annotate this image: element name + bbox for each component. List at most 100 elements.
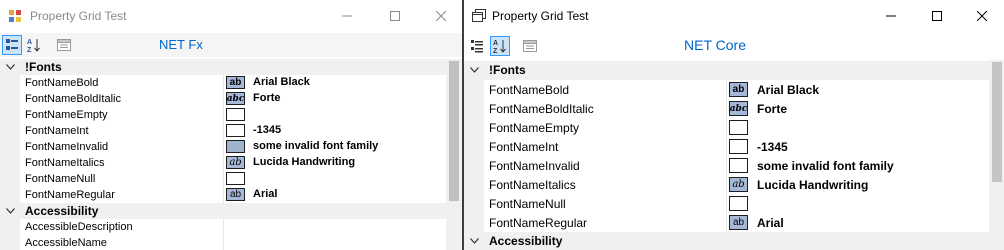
netcore-window: Property Grid Test A Z NET Core !Fonts F…: [463, 0, 1004, 250]
maximize-button[interactable]: [372, 0, 418, 32]
property-row[interactable]: AccessibleDescription: [0, 219, 446, 235]
value-divider: [726, 137, 727, 156]
font-preview-swatch: ab: [729, 215, 748, 230]
category-accessibility[interactable]: Accessibility: [0, 203, 446, 219]
netfx-window: Property Grid Test A Z NET Fx !Fonts Fon…: [0, 0, 462, 250]
property-value[interactable]: -1345: [253, 124, 281, 136]
property-value[interactable]: Lucida Handwriting: [757, 178, 868, 192]
svg-text:Z: Z: [27, 47, 32, 53]
collapse-chevron-icon[interactable]: [469, 65, 479, 75]
collapse-chevron-icon[interactable]: [5, 206, 15, 216]
category-accessibility[interactable]: Accessibility: [464, 232, 989, 250]
property-row[interactable]: AccessibleName: [0, 235, 446, 250]
category-label: Accessibility: [489, 234, 563, 248]
property-name: FontNameBoldItalic: [489, 102, 594, 116]
property-row[interactable]: FontNameNull: [464, 194, 989, 213]
window-title: Property Grid Test: [30, 9, 127, 23]
category-fonts[interactable]: !Fonts: [464, 61, 989, 80]
property-name: FontNameItalics: [489, 178, 576, 192]
property-name: FontNameInt: [25, 125, 89, 137]
app-icon: [8, 9, 22, 23]
category-label: !Fonts: [489, 63, 526, 77]
category-label: !Fonts: [25, 60, 62, 74]
scrollbar-thumb[interactable]: [992, 62, 1002, 182]
value-divider: [223, 139, 224, 155]
font-preview-swatch: [729, 139, 748, 154]
property-value[interactable]: some invalid font family: [253, 140, 378, 152]
close-button[interactable]: [418, 0, 462, 32]
maximize-button[interactable]: [914, 0, 960, 32]
property-pages-icon: [57, 39, 71, 51]
property-row[interactable]: FontNameInvalid some invalid font family: [0, 139, 446, 155]
alphabetical-button[interactable]: A Z: [490, 36, 510, 56]
categorized-button[interactable]: [467, 36, 487, 56]
property-value[interactable]: Arial Black: [253, 76, 310, 88]
font-preview-swatch: ab: [226, 188, 245, 201]
property-name: FontNameRegular: [25, 189, 115, 201]
property-row[interactable]: FontNameItalics ab Lucida Handwriting: [464, 175, 989, 194]
property-value[interactable]: Lucida Handwriting: [253, 156, 355, 168]
property-name: FontNameNull: [489, 197, 566, 211]
property-value[interactable]: Forte: [757, 102, 787, 116]
framework-label: NET Fx: [159, 37, 203, 52]
property-row[interactable]: FontNameBoldItalic abc Forte: [0, 91, 446, 107]
value-divider: [726, 194, 727, 213]
property-row[interactable]: FontNameBold ab Arial Black: [0, 75, 446, 91]
minimize-button[interactable]: [324, 0, 370, 32]
font-preview-swatch: abc: [729, 101, 748, 116]
property-value[interactable]: -1345: [757, 140, 788, 154]
property-row[interactable]: FontNameInt -1345: [464, 137, 989, 156]
font-preview-swatch: [226, 172, 245, 185]
property-name: FontNameNull: [25, 173, 96, 185]
property-name: AccessibleName: [25, 237, 107, 249]
font-preview-swatch: ab: [729, 177, 748, 192]
property-pages-button[interactable]: [520, 36, 540, 56]
property-name: FontNameItalics: [25, 157, 105, 169]
font-preview-swatch: [729, 120, 748, 135]
property-row[interactable]: FontNameBoldItalic abc Forte: [464, 99, 989, 118]
property-grid: !Fonts FontNameBold ab Arial Black FontN…: [0, 59, 462, 250]
value-divider: [223, 235, 224, 250]
vertical-scrollbar[interactable]: [989, 60, 1004, 250]
property-row[interactable]: FontNameRegular ab Arial: [464, 213, 989, 232]
property-pages-button[interactable]: [54, 35, 74, 55]
category-fonts[interactable]: !Fonts: [0, 59, 446, 75]
minimize-button[interactable]: [868, 0, 914, 32]
scrollbar-thumb[interactable]: [449, 61, 459, 201]
font-preview-swatch: [729, 158, 748, 173]
framework-label: NET Core: [684, 37, 746, 53]
property-value[interactable]: Arial: [757, 216, 784, 230]
font-preview-swatch: abc: [226, 92, 245, 105]
font-preview-swatch: ab: [226, 156, 245, 169]
property-value[interactable]: Arial: [253, 188, 277, 200]
close-button[interactable]: [959, 0, 1004, 32]
property-row[interactable]: FontNameInvalid some invalid font family: [464, 156, 989, 175]
netfx-toolbar: A Z NET Fx: [0, 33, 462, 57]
property-row[interactable]: FontNameNull: [0, 171, 446, 187]
vertical-scrollbar[interactable]: [446, 59, 462, 250]
font-preview-swatch: [226, 108, 245, 121]
property-row[interactable]: FontNameItalics ab Lucida Handwriting: [0, 155, 446, 171]
value-divider: [223, 107, 224, 123]
alphabetical-button[interactable]: A Z: [24, 35, 44, 55]
sort-az-icon: A Z: [493, 40, 506, 54]
app-icon: [472, 9, 486, 23]
categorized-button[interactable]: [2, 35, 22, 55]
netfx-titlebar: Property Grid Test: [0, 0, 462, 32]
property-row[interactable]: FontNameRegular ab Arial: [0, 187, 446, 203]
svg-text:Z: Z: [493, 48, 498, 54]
collapse-chevron-icon[interactable]: [469, 236, 479, 246]
property-value[interactable]: Arial Black: [757, 83, 819, 97]
property-row[interactable]: FontNameBold ab Arial Black: [464, 80, 989, 99]
collapse-chevron-icon[interactable]: [5, 62, 15, 72]
property-value[interactable]: Forte: [253, 92, 281, 104]
value-divider: [726, 175, 727, 194]
value-divider: [223, 75, 224, 91]
value-divider: [223, 123, 224, 139]
property-row[interactable]: FontNameEmpty: [464, 118, 989, 137]
property-row[interactable]: FontNameInt -1345: [0, 123, 446, 139]
netcore-toolbar: A Z NET Core: [464, 34, 1004, 58]
property-value[interactable]: some invalid font family: [757, 159, 894, 173]
property-name: FontNameBold: [489, 83, 570, 97]
property-row[interactable]: FontNameEmpty: [0, 107, 446, 123]
